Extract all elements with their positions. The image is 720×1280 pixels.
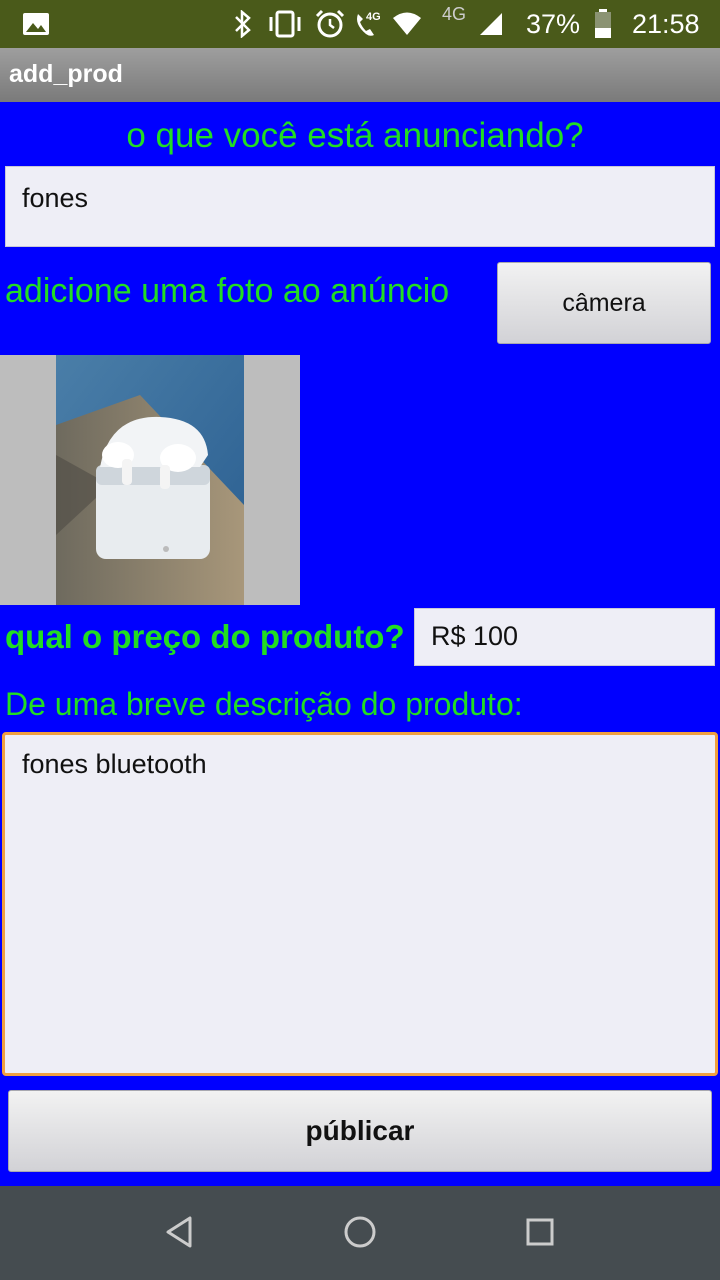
description-textarea[interactable]: fones bluetooth bbox=[2, 732, 718, 1076]
app-title: add_prod bbox=[9, 60, 123, 88]
wifi-icon bbox=[392, 0, 422, 48]
battery-percent: 37% bbox=[526, 8, 581, 39]
volte-call-icon: 4G bbox=[352, 0, 386, 48]
home-icon[interactable] bbox=[342, 1214, 378, 1255]
product-name-input[interactable]: fones bbox=[5, 166, 715, 247]
navigation-bar bbox=[0, 1186, 720, 1280]
publish-button[interactable]: públicar bbox=[8, 1090, 712, 1172]
alarm-icon bbox=[314, 0, 346, 48]
back-icon[interactable] bbox=[160, 1214, 200, 1255]
signal-icon bbox=[478, 0, 504, 48]
recents-icon[interactable] bbox=[522, 1214, 558, 1255]
description-label: De uma breve descrição do produto: bbox=[5, 686, 523, 722]
status-bar: 4G 4G 37% 21:58 bbox=[0, 0, 720, 48]
svg-text:4G: 4G bbox=[366, 11, 381, 23]
price-label: qual o preço do produto? bbox=[5, 618, 405, 655]
network-type-label: 4G bbox=[442, 3, 467, 24]
add-product-form: o que você está anunciando? fones adicio… bbox=[0, 102, 720, 1186]
clock: 21:58 bbox=[632, 8, 700, 39]
photo-label: adicione uma foto ao anúncio bbox=[5, 272, 450, 310]
bluetooth-icon bbox=[232, 0, 254, 48]
question-label: o que você está anunciando? bbox=[126, 116, 584, 155]
camera-button[interactable]: câmera bbox=[497, 262, 711, 344]
price-input[interactable]: R$ 100 bbox=[414, 608, 715, 666]
product-photo bbox=[0, 355, 300, 605]
battery-icon bbox=[594, 0, 612, 48]
app-title-bar: add_prod bbox=[0, 48, 720, 102]
vibrate-icon bbox=[266, 0, 304, 48]
gallery-notification-icon bbox=[22, 0, 50, 48]
